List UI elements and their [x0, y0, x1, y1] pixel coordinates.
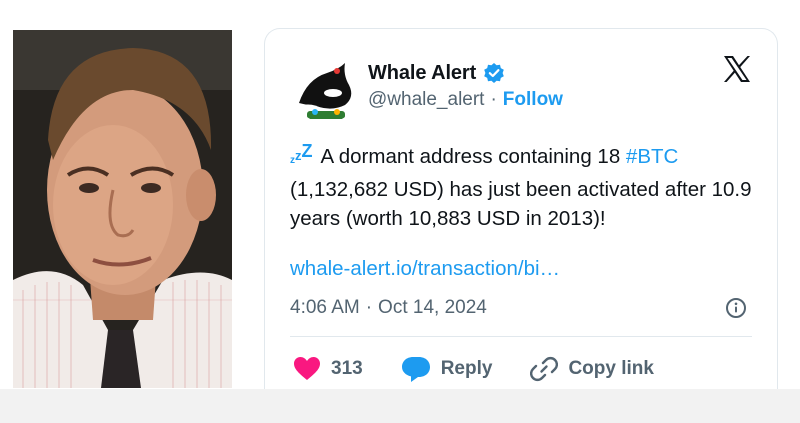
screenshot-canvas: Whale Alert @whale_alert · Follow zzZA: [0, 0, 800, 423]
like-button[interactable]: 313: [293, 356, 363, 382]
tweet-date: Oct 14, 2024: [378, 297, 487, 318]
author-handle[interactable]: @whale_alert: [368, 89, 484, 111]
transaction-link[interactable]: whale-alert.io/transaction/bi…: [290, 257, 560, 281]
speech-bubble-icon: [401, 357, 430, 382]
x-logo-icon[interactable]: [721, 53, 753, 85]
hashtag-link[interactable]: #BTC: [626, 145, 678, 168]
tweet-time: 4:06 AM: [290, 297, 360, 318]
tweet-text-part1: A dormant address containing 18: [320, 145, 626, 168]
tweet-timestamp[interactable]: 4:06 AM · Oct 14, 2024: [290, 297, 487, 319]
portrait-photo: [13, 30, 232, 388]
whale-avatar[interactable]: [293, 57, 359, 123]
reply-button[interactable]: Reply: [401, 355, 493, 383]
like-count: 313: [331, 358, 363, 379]
reply-label: Reply: [440, 358, 493, 379]
copy-link-button[interactable]: Copy link: [530, 355, 654, 383]
tweet-card: Whale Alert @whale_alert · Follow zzZA: [264, 28, 778, 398]
tweet-body: zzZ A dormant address containing 18 #BTC …: [290, 137, 760, 233]
divider: [290, 336, 752, 337]
zzz-emoji-icon: zzZ: [290, 141, 313, 166]
orca-logo-icon: [293, 57, 359, 123]
follow-button[interactable]: Follow: [503, 89, 563, 111]
author-name-row: Whale Alert: [368, 60, 505, 86]
copy-link-label: Copy link: [568, 358, 654, 379]
bottom-background-band: [0, 389, 800, 423]
tweet-text-part2: (1,132,682 USD) has just been activated …: [290, 178, 752, 230]
handle-separator: ·: [490, 89, 497, 110]
tweet-actions: 313 Reply Copy link: [293, 355, 654, 383]
link-icon: [530, 356, 559, 382]
timestamp-separator: ·: [365, 297, 373, 318]
heart-icon: [294, 357, 320, 380]
info-icon[interactable]: [725, 297, 747, 319]
author-display-name[interactable]: Whale Alert: [368, 62, 476, 85]
portrait-illustration: [13, 30, 232, 388]
verified-badge-icon: [483, 62, 505, 84]
author-handle-row: @whale_alert · Follow: [368, 89, 563, 111]
